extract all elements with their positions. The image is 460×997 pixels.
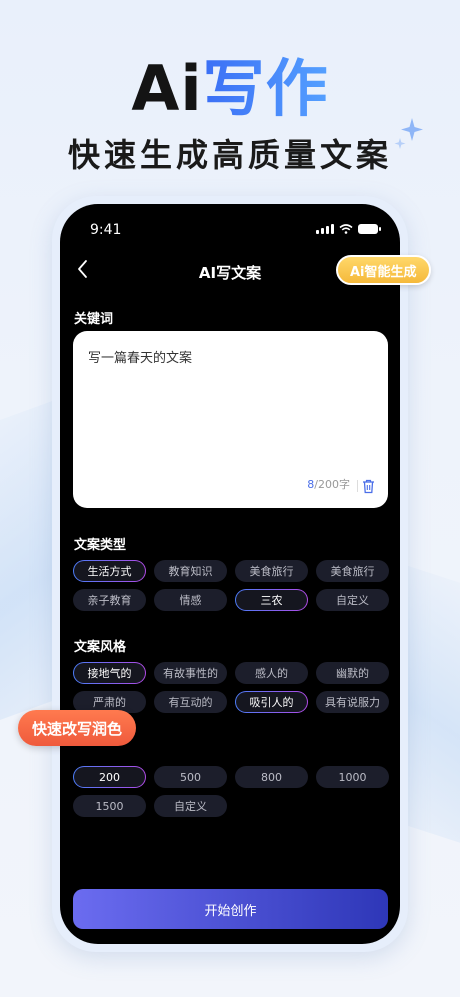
signal-icon — [316, 224, 334, 234]
style-chip[interactable]: 接地气的 — [73, 662, 146, 684]
length-chip[interactable]: 1500 — [73, 795, 146, 817]
length-chip[interactable]: 自定义 — [154, 795, 227, 817]
type-chip[interactable]: 亲子教育 — [73, 589, 146, 611]
type-chip[interactable]: 情感 — [154, 589, 227, 611]
keyword-input[interactable]: 写一篇春天的文案 8/200字 — [73, 331, 388, 508]
length-chip[interactable]: 1000 — [316, 766, 389, 788]
battery-icon — [358, 224, 381, 234]
keyword-label: 关键词 — [74, 312, 114, 327]
type-chip[interactable]: 三农 — [235, 589, 308, 611]
type-chips: 生活方式 教育知识 美食旅行 美食旅行 亲子教育 情感 三农 自定义 — [73, 560, 389, 611]
fast-rewrite-badge: 快速改写润色 — [18, 710, 137, 746]
type-label: 文案类型 — [74, 538, 127, 553]
length-chip[interactable]: 500 — [154, 766, 227, 788]
counter-divider — [357, 480, 358, 492]
wifi-icon — [339, 224, 353, 234]
length-chips: 200 500 800 1000 1500 自定义 — [73, 766, 389, 817]
type-chip[interactable]: 生活方式 — [73, 560, 146, 582]
style-chip[interactable]: 感人的 — [235, 662, 308, 684]
char-counter: 8/200字 — [307, 478, 350, 491]
start-create-button[interactable]: 开始创作 — [73, 889, 388, 929]
style-chip[interactable]: 具有说服力 — [316, 691, 389, 713]
style-chip[interactable]: 有互动的 — [154, 691, 227, 713]
sparkle-icon — [394, 118, 423, 149]
length-chip[interactable]: 800 — [235, 766, 308, 788]
style-chip[interactable]: 幽默的 — [316, 662, 389, 684]
hero-subtitle: 快速生成高质量文案 — [67, 136, 392, 174]
type-chip[interactable]: 教育知识 — [154, 560, 227, 582]
trash-icon[interactable] — [362, 479, 375, 494]
type-chip[interactable]: 自定义 — [316, 589, 389, 611]
status-icons — [316, 224, 381, 234]
ai-generate-badge: Ai智能生成 — [336, 255, 431, 285]
type-chip[interactable]: 美食旅行 — [235, 560, 308, 582]
phone-frame: 9:41 AI写文案 关键词 写一篇春天的文案 8/200字 文案类型 生活方式… — [52, 196, 408, 952]
style-chip[interactable]: 吸引人的 — [235, 691, 308, 713]
style-chips: 接地气的 有故事性的 感人的 幽默的 严肃的 有互动的 吸引人的 具有说服力 — [73, 662, 389, 713]
keyword-input-text[interactable]: 写一篇春天的文案 — [88, 347, 192, 366]
status-time: 9:41 — [90, 222, 122, 238]
style-label: 文案风格 — [74, 640, 127, 655]
app-screen: 9:41 AI写文案 关键词 写一篇春天的文案 8/200字 文案类型 生活方式… — [60, 204, 400, 944]
style-chip[interactable]: 有故事性的 — [154, 662, 227, 684]
type-chip[interactable]: 美食旅行 — [316, 560, 389, 582]
hero-title: Ai写作 — [131, 52, 329, 125]
length-chip[interactable]: 200 — [73, 766, 146, 788]
